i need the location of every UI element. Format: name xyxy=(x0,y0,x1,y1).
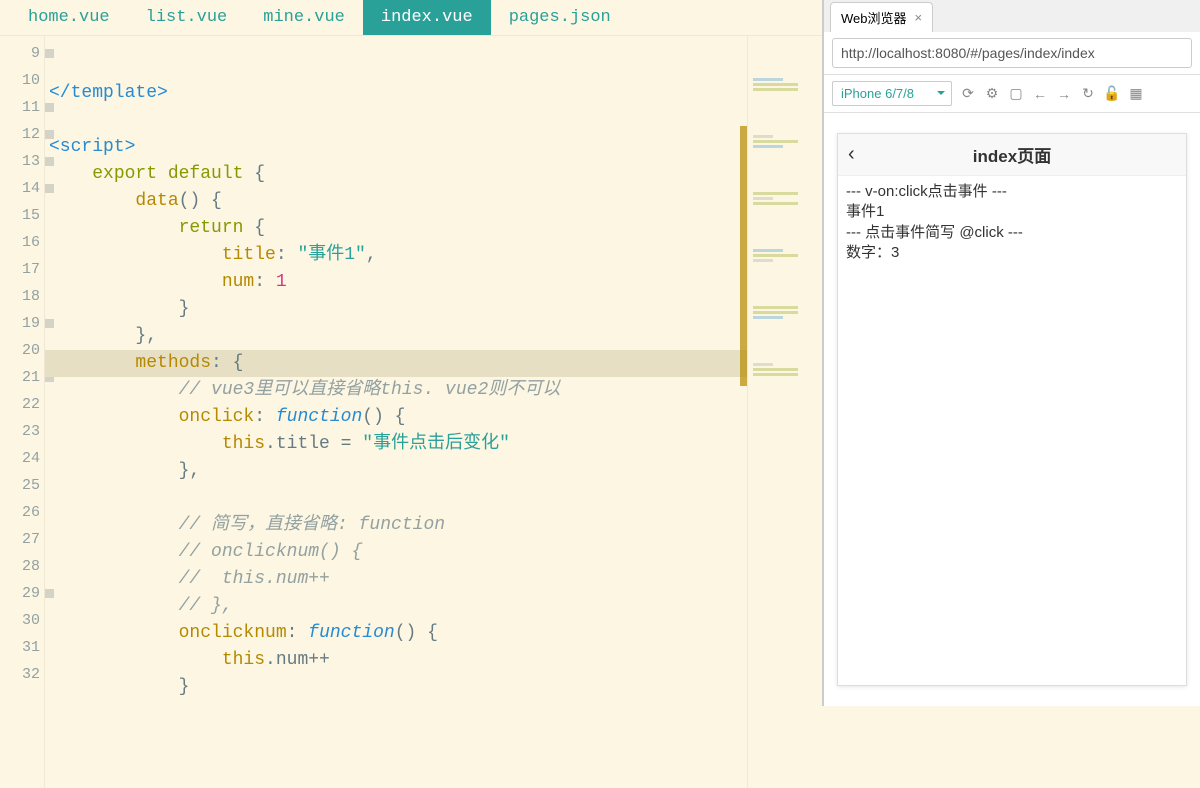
code-line[interactable]: methods: { xyxy=(45,350,822,377)
editor-tabs: home.vuelist.vuemine.vueindex.vuepages.j… xyxy=(0,0,822,36)
browser-toolbar: iPhone 6/7/8 ⟳ ⚙ ▢ ← → ↻ 🔓 ▦ xyxy=(824,75,1200,113)
code-line[interactable] xyxy=(45,107,822,134)
code-line[interactable]: return { xyxy=(45,215,822,242)
refresh-icon[interactable]: ⟳ xyxy=(960,86,976,102)
line-number: 30 xyxy=(0,607,44,634)
preview-area: ‹ index页面 --- v-on:click点击事件 ---事件1--- 点… xyxy=(824,113,1200,706)
code-line[interactable]: onclicknum: function() { xyxy=(45,620,822,647)
line-number: 26 xyxy=(0,499,44,526)
line-number: 14 xyxy=(0,175,44,202)
phone-page-title: index页面 xyxy=(838,142,1186,167)
back-icon[interactable]: ← xyxy=(1032,86,1048,102)
line-number: 19 xyxy=(0,310,44,337)
line-number: 10 xyxy=(0,67,44,94)
url-input[interactable] xyxy=(832,38,1192,68)
editor-tab-pages-json[interactable]: pages.json xyxy=(491,0,629,35)
code-line[interactable]: // }, xyxy=(45,593,822,620)
browser-tab[interactable]: Web浏览器 × xyxy=(830,2,933,32)
line-number: 22 xyxy=(0,391,44,418)
url-bar xyxy=(824,32,1200,75)
line-number: 27 xyxy=(0,526,44,553)
line-number: 9 xyxy=(0,40,44,67)
lock-icon[interactable]: 🔓 xyxy=(1104,86,1120,102)
editor-tab-mine-vue[interactable]: mine.vue xyxy=(245,0,363,35)
editor-tab-home-vue[interactable]: home.vue xyxy=(10,0,128,35)
device-select-label: iPhone 6/7/8 xyxy=(841,86,914,101)
preview-text-line: 数字：3 xyxy=(846,243,1178,263)
line-number: 21 xyxy=(0,364,44,391)
line-number: 32 xyxy=(0,661,44,688)
line-number: 20 xyxy=(0,337,44,364)
line-number: 25 xyxy=(0,472,44,499)
code-line[interactable]: // onclicknum() { xyxy=(45,539,822,566)
forward-icon[interactable]: → xyxy=(1056,86,1072,102)
line-number: 16 xyxy=(0,229,44,256)
code-line[interactable]: } xyxy=(45,296,822,323)
phone-back-icon[interactable]: ‹ xyxy=(848,143,855,166)
phone-header: ‹ index页面 xyxy=(838,134,1186,176)
code-content[interactable]: </template> <script> export default { dat… xyxy=(45,36,822,788)
browser-tab-bar: Web浏览器 × xyxy=(824,0,1200,32)
line-number: 17 xyxy=(0,256,44,283)
line-number: 28 xyxy=(0,553,44,580)
code-line[interactable]: // 简写，直接省略: function xyxy=(45,512,822,539)
browser-pane: Web浏览器 × iPhone 6/7/8 ⟳ ⚙ ▢ ← → ↻ 🔓 ▦ ‹ … xyxy=(822,0,1200,706)
code-line[interactable]: }, xyxy=(45,323,822,350)
code-line[interactable]: </template> xyxy=(45,80,822,107)
code-line[interactable] xyxy=(45,485,822,512)
phone-frame: ‹ index页面 --- v-on:click点击事件 ---事件1--- 点… xyxy=(837,133,1187,686)
editor-tab-index-vue[interactable]: index.vue xyxy=(363,0,491,35)
code-line[interactable]: num: 1 xyxy=(45,269,822,296)
device-select[interactable]: iPhone 6/7/8 xyxy=(832,81,952,106)
code-line[interactable] xyxy=(45,701,822,728)
grid-icon[interactable]: ▦ xyxy=(1128,86,1144,102)
browser-tab-label: Web浏览器 xyxy=(841,8,907,27)
line-number: 15 xyxy=(0,202,44,229)
line-number: 12 xyxy=(0,121,44,148)
code-line[interactable]: this.num++ xyxy=(45,647,822,674)
code-area[interactable]: 9101112131415161718192021222324252627282… xyxy=(0,36,822,788)
settings-icon[interactable]: ⚙ xyxy=(984,86,1000,102)
line-number: 24 xyxy=(0,445,44,472)
code-line[interactable]: // this.num++ xyxy=(45,566,822,593)
reload-icon[interactable]: ↻ xyxy=(1080,86,1096,102)
code-line[interactable]: }, xyxy=(45,458,822,485)
code-line[interactable]: data() { xyxy=(45,188,822,215)
line-number: 11 xyxy=(0,94,44,121)
line-number: 18 xyxy=(0,283,44,310)
minimap[interactable] xyxy=(747,36,822,788)
line-number: 13 xyxy=(0,148,44,175)
line-number-gutter: 9101112131415161718192021222324252627282… xyxy=(0,36,45,788)
line-number: 29 xyxy=(0,580,44,607)
scrollbar-thumb[interactable] xyxy=(740,126,747,386)
preview-text-line: --- v-on:click点击事件 --- xyxy=(846,182,1178,202)
line-number: 31 xyxy=(0,634,44,661)
line-number: 23 xyxy=(0,418,44,445)
close-icon[interactable]: × xyxy=(915,10,923,25)
code-line[interactable]: onclick: function() { xyxy=(45,404,822,431)
editor-pane: home.vuelist.vuemine.vueindex.vuepages.j… xyxy=(0,0,822,706)
screenshot-icon[interactable]: ▢ xyxy=(1008,86,1024,102)
code-line[interactable]: this.title = "事件点击后变化" xyxy=(45,431,822,458)
preview-text-line: --- 点击事件简写 @click --- xyxy=(846,223,1178,243)
code-line[interactable]: <script> xyxy=(45,134,822,161)
code-line[interactable]: export default { xyxy=(45,161,822,188)
code-line[interactable]: // vue3里可以直接省略this. vue2则不可以 xyxy=(45,377,822,404)
code-line[interactable]: } xyxy=(45,674,822,701)
code-line[interactable]: title: "事件1", xyxy=(45,242,822,269)
editor-tab-list-vue[interactable]: list.vue xyxy=(128,0,246,35)
phone-body[interactable]: --- v-on:click点击事件 ---事件1--- 点击事件简写 @cli… xyxy=(838,176,1186,269)
preview-text-line: 事件1 xyxy=(846,202,1178,222)
